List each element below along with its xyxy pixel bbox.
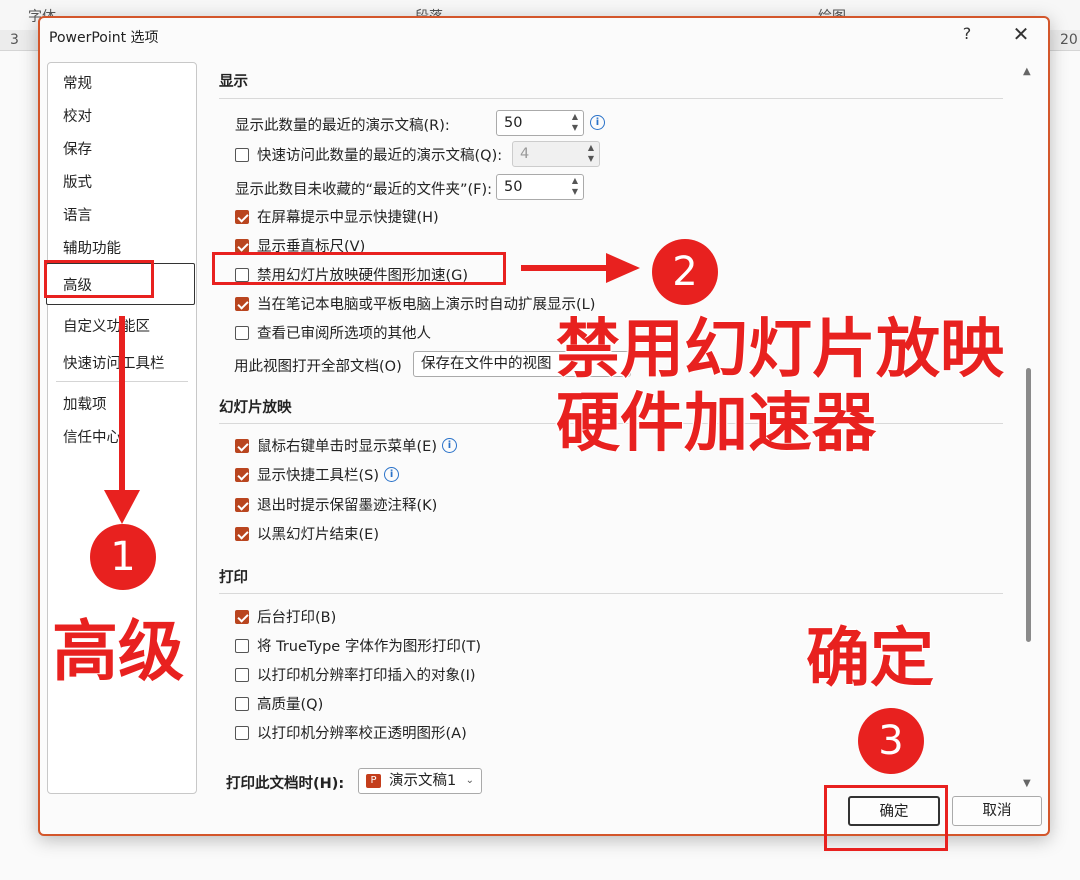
step-badge-3: 3: [858, 708, 924, 774]
arrow-right-head: [606, 253, 640, 283]
annotation-label-disable-line1: 禁用幻灯片放映: [555, 312, 1005, 388]
annotation-label-ok: 确定: [805, 621, 935, 697]
step-badge-1: 1: [90, 524, 156, 590]
step-badge-2: 2: [652, 239, 718, 305]
annotation-label-advanced: 高级: [51, 612, 185, 691]
annotation-label-disable-line2: 硬件加速器: [555, 386, 877, 462]
arrow-down-head: [104, 490, 140, 524]
